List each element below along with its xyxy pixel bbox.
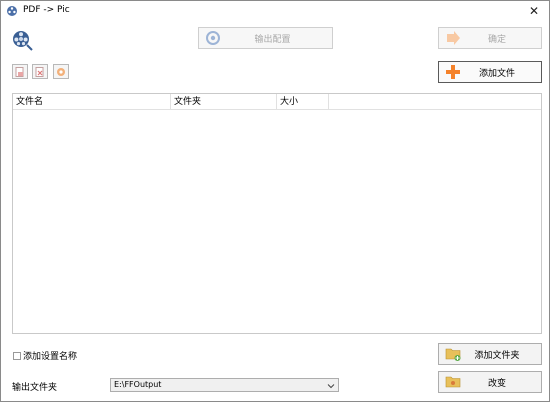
add-folder-button[interactable]: 添加文件夹 bbox=[438, 343, 542, 365]
add-setting-name-checkbox[interactable] bbox=[13, 351, 21, 360]
output-folder-select[interactable]: E:\FFOutput bbox=[110, 378, 339, 392]
output-folder-value: E:\FFOutput bbox=[114, 380, 162, 389]
confirm-button[interactable]: 确定 bbox=[438, 27, 542, 49]
folder-icon bbox=[445, 376, 461, 388]
add-file-label: 添加文件 bbox=[478, 68, 515, 79]
close-icon[interactable]: ✕ bbox=[529, 4, 539, 18]
add-setting-name-option[interactable]: 添加设置名称 bbox=[13, 349, 77, 362]
remove-item-tool-button[interactable] bbox=[32, 64, 48, 79]
add-file-button[interactable]: 添加文件 bbox=[438, 61, 542, 83]
plus-icon bbox=[446, 65, 460, 79]
clear-icon bbox=[57, 68, 65, 76]
app-reel-icon bbox=[7, 6, 17, 16]
change-label: 改变 bbox=[487, 378, 506, 389]
gear-icon bbox=[206, 31, 220, 45]
file-add-icon bbox=[15, 67, 24, 77]
column-header-folder[interactable]: 文件夹 bbox=[171, 94, 277, 110]
main-window: PDF -> Pic ✕ 输出配置 确定 添加文件 文件名 文件夹 大小 添加设… bbox=[0, 0, 550, 402]
change-folder-button[interactable]: 改变 bbox=[438, 371, 542, 393]
table-header: 文件名 文件夹 大小 bbox=[13, 94, 541, 110]
file-list-table[interactable]: 文件名 文件夹 大小 bbox=[12, 93, 542, 334]
film-reel-icon bbox=[13, 31, 33, 51]
title-bar: PDF -> Pic ✕ bbox=[1, 1, 549, 21]
chevron-down-icon[interactable] bbox=[327, 382, 335, 390]
file-remove-icon bbox=[35, 67, 44, 77]
confirm-label: 确定 bbox=[487, 34, 506, 45]
folder-add-icon bbox=[445, 348, 461, 361]
column-header-filename[interactable]: 文件名 bbox=[13, 94, 171, 110]
add-folder-label: 添加文件夹 bbox=[474, 350, 520, 361]
window-title: PDF -> Pic bbox=[23, 5, 70, 15]
add-setting-name-label: 添加设置名称 bbox=[23, 352, 78, 362]
output-config-label: 输出配置 bbox=[254, 34, 291, 45]
close-button[interactable]: ✕ bbox=[519, 1, 549, 21]
add-item-tool-button[interactable] bbox=[12, 64, 28, 79]
output-folder-label: 输出文件夹 bbox=[12, 383, 58, 393]
column-header-size[interactable]: 大小 bbox=[277, 94, 329, 110]
output-config-button[interactable]: 输出配置 bbox=[198, 27, 333, 49]
clear-tool-button[interactable] bbox=[53, 64, 69, 79]
arrow-right-icon bbox=[447, 31, 460, 45]
